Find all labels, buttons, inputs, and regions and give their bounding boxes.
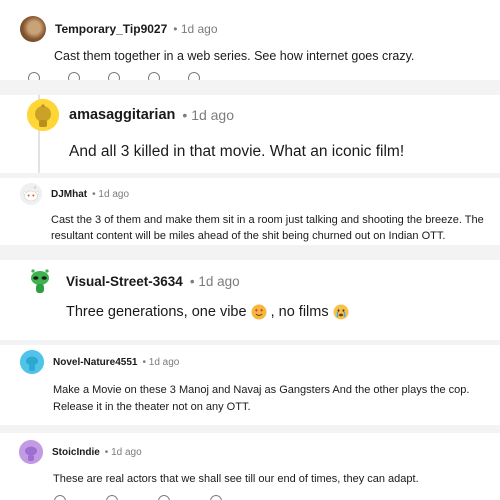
avatar[interactable] [20,183,42,205]
avatar[interactable] [20,16,46,42]
separator-dot: • [142,356,146,368]
timestamp: 1d ago [98,188,130,200]
snoo-avatar-icon [24,265,56,297]
comment-meta: • 1d ago [173,22,217,36]
upvote-icon[interactable] [54,495,66,500]
comment-header: Visual-Street-3634 • 1d ago [24,265,240,297]
downvote-icon[interactable] [106,495,118,500]
share-icon[interactable] [210,495,222,500]
timestamp: 1d ago [111,446,142,458]
comment-text: Cast the 3 of them and make them sit in … [51,214,484,242]
comment-card: DJMhat • 1d ago Cast the 3 of them and m… [0,178,500,245]
comment-actions [54,495,222,500]
comment-card: Visual-Street-3634 • 1d ago Three genera… [0,260,500,340]
comment-card: amasaggitarian • 1d ago And all 3 killed… [0,95,500,173]
comment-text: Cast them together in a web series. See … [54,49,415,63]
username[interactable]: Novel-Nature4551 [53,357,137,368]
comment-text-part: , no films [270,304,329,320]
timestamp: 1d ago [180,22,218,36]
comment-header: amasaggitarian • 1d ago [27,99,234,131]
comment-header: DJMhat • 1d ago [20,183,129,205]
comment-card: Temporary_Tip9027 • 1d ago Cast them tog… [0,0,500,80]
separator-dot: • [189,273,195,289]
avatar[interactable] [24,265,56,297]
avatar[interactable] [19,440,43,464]
timestamp: 1d ago [191,107,235,123]
comment-meta: • 1d ago [182,107,234,123]
upvote-icon[interactable] [28,72,40,80]
separator-dot: • [92,188,96,200]
avatar[interactable] [27,99,59,131]
separator-dot: • [104,446,109,458]
timestamp: 1d ago [148,356,180,368]
reply-icon[interactable] [158,495,170,500]
comment-text: These are real actors that we shall see … [53,473,419,485]
comment-card: StoicIndie • 1d ago These are real actor… [0,433,500,500]
comment-meta: • 1d ago [92,189,129,200]
share-icon[interactable] [188,72,200,80]
crying-emoji-icon [333,304,349,320]
downvote-icon[interactable] [68,72,80,80]
username[interactable]: Visual-Street-3634 [66,274,183,289]
username[interactable]: StoicIndie [52,447,100,458]
separator-dot: • [173,22,178,36]
comment-meta: • 1d ago [142,357,179,368]
snoo-avatar-icon [20,183,42,205]
comment-header: StoicIndie • 1d ago [19,440,142,464]
username[interactable]: DJMhat [51,189,87,200]
comment-text: Three generations, one vibe , no films [66,304,349,320]
comment-header: Novel-Nature4551 • 1d ago [20,350,179,374]
comment-text-part: Three generations, one vibe [66,304,247,320]
separator-dot: • [182,107,188,123]
comment-meta: • 1d ago [190,274,240,289]
snoo-avatar-icon [20,350,44,374]
comment-card: Novel-Nature4551 • 1d ago Make a Movie o… [0,345,500,425]
heart-eyes-emoji-icon [251,304,267,320]
avatar[interactable] [20,350,44,374]
comment-header: Temporary_Tip9027 • 1d ago [20,16,218,42]
timestamp: 1d ago [198,273,240,289]
username[interactable]: amasaggitarian [69,107,175,123]
comment-text: And all 3 killed in that movie. What an … [69,143,405,160]
reply-icon[interactable] [108,72,120,80]
snoo-avatar-icon [27,99,59,131]
award-icon[interactable] [148,72,160,80]
username[interactable]: Temporary_Tip9027 [55,22,167,36]
snoo-avatar-icon [19,440,43,464]
comment-actions [28,72,200,80]
comment-text: Make a Movie on these 3 Manoj and Navaj … [53,384,470,413]
comment-meta: • 1d ago [105,447,142,458]
